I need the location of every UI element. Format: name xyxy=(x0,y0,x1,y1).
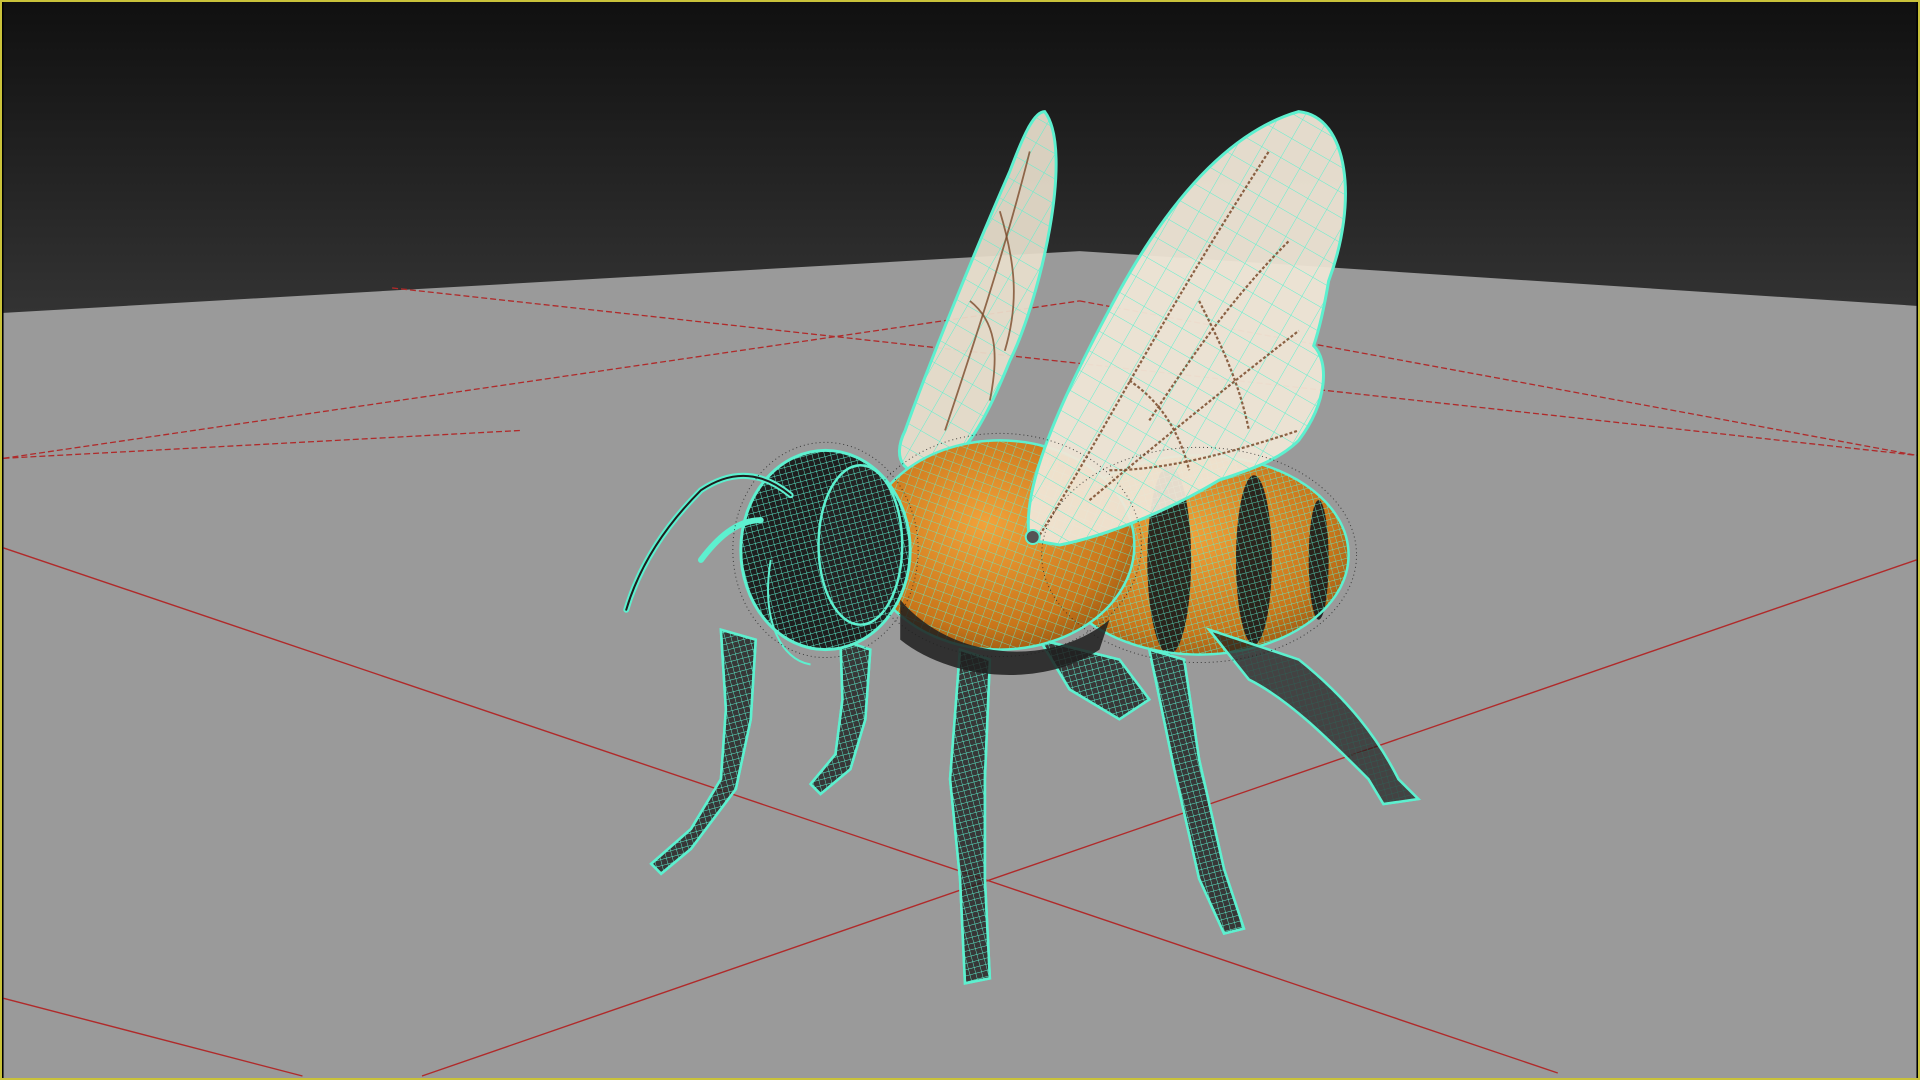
wing-pivot-gizmo[interactable] xyxy=(1024,529,1041,545)
viewport-scene[interactable] xyxy=(2,2,1918,1078)
3d-viewport[interactable] xyxy=(0,0,1920,1080)
